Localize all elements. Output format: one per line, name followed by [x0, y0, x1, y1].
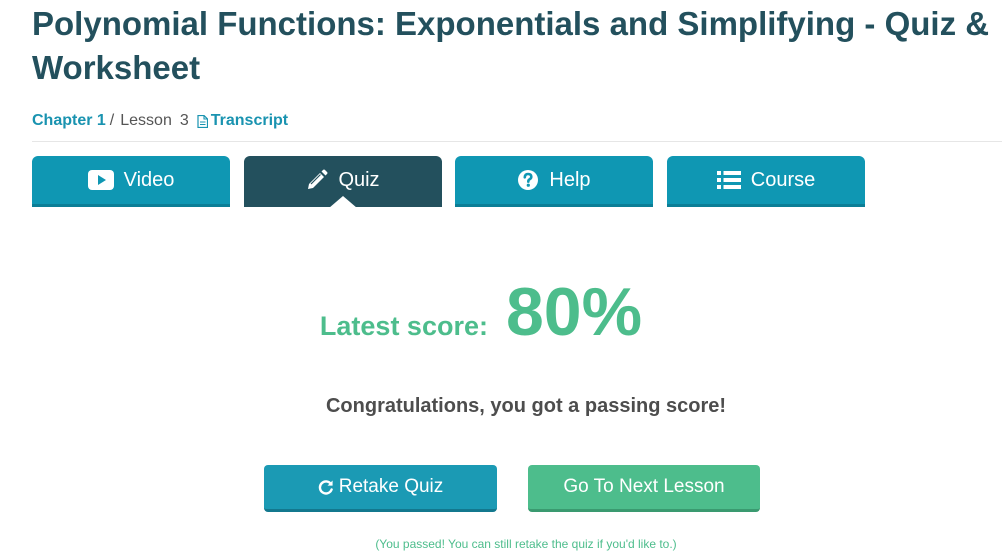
tab-help-label: Help [549, 168, 591, 191]
list-icon [716, 170, 741, 190]
result-message: Congratulations, you got a passing score… [325, 395, 727, 417]
breadcrumb-lesson-label: Lesson [120, 112, 172, 129]
next-lesson-button[interactable]: Go To Next Lesson [528, 465, 760, 512]
page-title: Polynomial Functions: Exponentials and S… [32, 5, 990, 86]
tab-quiz-label: Quiz [338, 168, 380, 191]
tab-course-label: Course [750, 168, 816, 191]
breadcrumb: Chapter 1 / Lesson 3 Transcript [32, 111, 288, 131]
refresh-icon [318, 480, 333, 495]
breadcrumb-lesson-number: 3 [179, 112, 189, 129]
play-icon [87, 170, 114, 190]
breadcrumb-chapter-link[interactable]: Chapter 1 [32, 111, 106, 131]
question-icon [517, 169, 539, 191]
pencil-icon [306, 169, 328, 191]
tab-course[interactable]: Course [667, 156, 865, 207]
quiz-page: Polynomial Functions: Exponentials and S… [0, 0, 1002, 559]
document-icon [197, 114, 208, 128]
divider [32, 141, 1002, 142]
tab-quiz[interactable]: Quiz [244, 156, 442, 208]
retake-quiz-button[interactable]: Retake Quiz [264, 465, 497, 512]
active-tab-pointer [329, 196, 357, 208]
tab-help[interactable]: Help [455, 156, 653, 207]
transcript-label: Transcript [210, 112, 289, 129]
score-display: Latest score: 80% [0, 272, 1002, 352]
retake-quiz-label: Retake Quiz [338, 476, 444, 497]
next-lesson-label: Go To Next Lesson [563, 476, 725, 497]
tab-video[interactable]: Video [32, 156, 230, 207]
breadcrumb-separator: / [109, 112, 115, 129]
score-value: 80% [505, 274, 643, 350]
retake-note: (You passed! You can still retake the qu… [375, 537, 677, 551]
score-label: Latest score: [319, 311, 488, 341]
transcript-link[interactable]: Transcript [197, 111, 288, 131]
tab-video-label: Video [123, 168, 175, 191]
